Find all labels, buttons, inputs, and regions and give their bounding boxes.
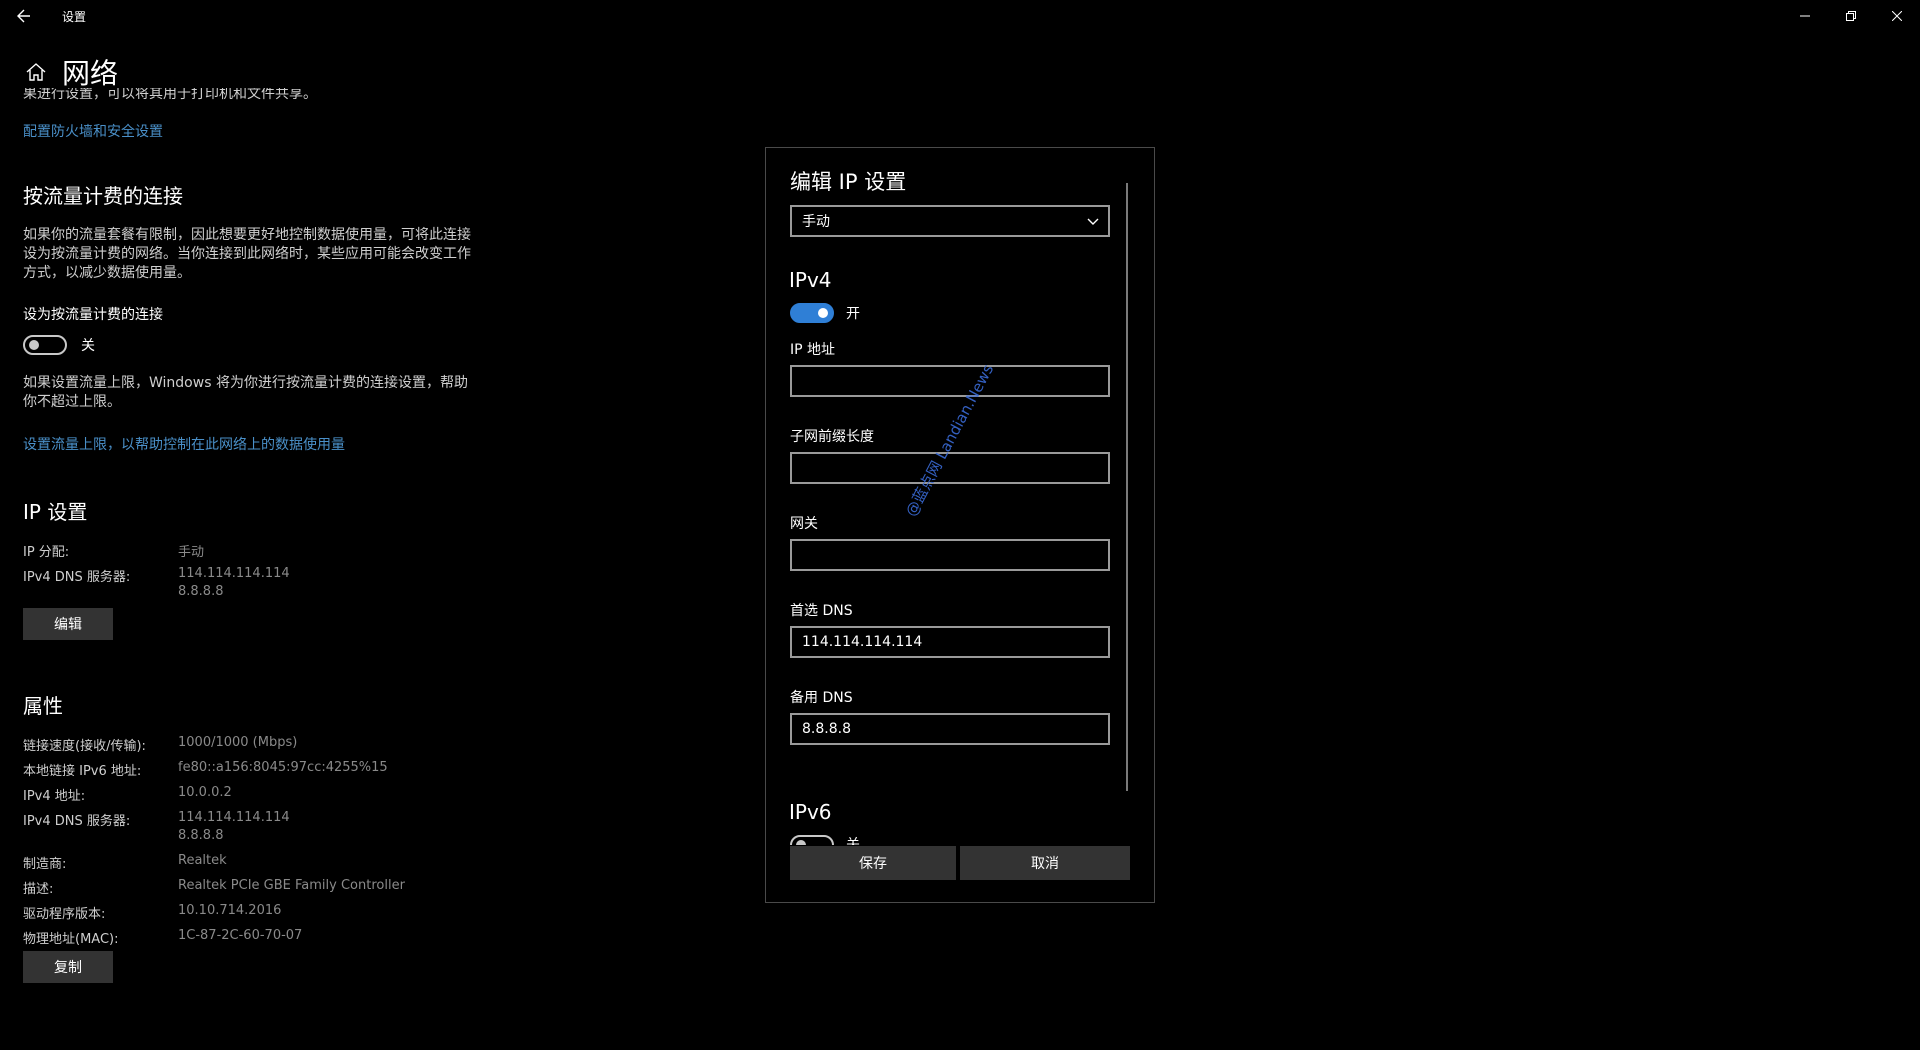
ip-mode-selected-value: 手动	[802, 214, 830, 230]
subnet-prefix-label: 子网前缀长度	[790, 429, 874, 445]
metered-toggle-state: 关	[81, 338, 95, 354]
property-value: 10.10.714.2016	[178, 903, 282, 918]
gateway-input[interactable]	[790, 539, 1110, 571]
ip-settings-title: IP 设置	[23, 500, 88, 524]
properties-list: 链接速度(接收/传输): 1000/1000 (Mbps) 本地链接 IPv6 …	[23, 735, 483, 947]
property-value: Realtek PCIe GBE Family Controller	[178, 878, 405, 893]
ipv6-toggle-state: 关	[846, 837, 860, 845]
ip-address-label: IP 地址	[790, 342, 836, 358]
back-arrow-icon	[17, 9, 30, 23]
dialog-title: 编辑 IP 设置	[790, 170, 907, 194]
property-key: 本地链接 IPv6 地址:	[23, 764, 142, 779]
dialog-scrollbar[interactable]	[1126, 183, 1128, 791]
metered-description: 如果你的流量套餐有限制，因此想要更好地控制数据使用量，可将此连接设为按流量计费的…	[23, 227, 471, 281]
window-title: 设置	[62, 10, 87, 24]
ipv4-title: IPv4	[789, 268, 832, 292]
restore-icon	[1846, 11, 1856, 21]
preferred-dns-input[interactable]: 114.114.114.114	[790, 626, 1110, 658]
property-key: 制造商:	[23, 857, 67, 872]
data-limit-link[interactable]: 设置流量上限，以帮助控制在此网络上的数据使用量	[23, 434, 345, 454]
property-value: Realtek	[178, 853, 227, 868]
property-key: 链接速度(接收/传输):	[23, 739, 146, 754]
ip-address-input[interactable]	[790, 365, 1110, 397]
ip-assign-value: 手动	[178, 545, 205, 560]
alternate-dns-input[interactable]: 8.8.8.8	[790, 713, 1110, 745]
properties-title: 属性	[23, 694, 63, 718]
ipv6-title: IPv6	[789, 800, 832, 824]
property-value: 1000/1000 (Mbps)	[178, 735, 298, 750]
property-value: fe80::a156:8045:97cc:4255%15	[178, 760, 388, 775]
ipv6-toggle[interactable]	[790, 835, 834, 845]
edit-button[interactable]: 编辑	[23, 608, 113, 640]
ipv4-toggle[interactable]	[790, 303, 834, 323]
close-button[interactable]	[1874, 0, 1920, 32]
save-button[interactable]: 保存	[790, 846, 956, 880]
property-key: IPv4 DNS 服务器:	[23, 814, 131, 829]
cancel-button[interactable]: 取消	[960, 846, 1130, 880]
restore-button[interactable]	[1828, 0, 1874, 32]
property-value: 10.0.0.2	[178, 785, 232, 800]
ip-assign-label: IP 分配:	[23, 545, 70, 560]
metered-toggle-label: 设为按流量计费的连接	[23, 307, 163, 323]
chevron-down-icon	[1087, 218, 1099, 225]
minimize-button[interactable]	[1782, 0, 1828, 32]
metered-section-title: 按流量计费的连接	[23, 184, 183, 208]
ipv4-toggle-state: 开	[846, 306, 860, 322]
property-key: 驱动程序版本:	[23, 907, 106, 922]
page-header: 网络	[24, 52, 118, 92]
metered-toggle[interactable]	[23, 335, 67, 355]
property-key: 物理地址(MAC):	[23, 932, 119, 947]
title-bar: 设置	[0, 0, 1920, 32]
dns-server-label: IPv4 DNS 服务器:	[23, 570, 131, 585]
data-limit-description: 如果设置流量上限，Windows 将为你进行按流量计费的连接设置，帮助你不超过上…	[23, 375, 468, 410]
copy-button[interactable]: 复制	[23, 951, 113, 983]
edit-ip-dialog: 编辑 IP 设置 手动 IPv4 开 IP 地址 子网前缀长度 网关 首选 DN…	[765, 147, 1155, 903]
back-button[interactable]	[8, 2, 40, 30]
property-value: 114.114.114.114	[178, 810, 290, 825]
firewall-settings-link[interactable]: 配置防火墙和安全设置	[23, 121, 163, 141]
page-title: 网络	[62, 57, 119, 90]
property-key: 描述:	[23, 882, 54, 897]
close-icon	[1892, 11, 1902, 21]
property-key: IPv4 地址:	[23, 789, 86, 804]
property-value: 1C-87-2C-60-70-07	[178, 928, 303, 943]
preferred-dns-label: 首选 DNS	[790, 603, 853, 619]
home-icon[interactable]	[24, 60, 48, 84]
cut-off-text: 果进行设置，可以将其用于打印机和文件共享。	[23, 88, 317, 102]
minimize-icon	[1800, 15, 1810, 17]
ip-mode-select[interactable]: 手动	[790, 205, 1110, 237]
alternate-dns-label: 备用 DNS	[790, 690, 853, 706]
dns-server-value-2: 8.8.8.8	[178, 584, 224, 599]
gateway-label: 网关	[790, 516, 818, 532]
dns-server-value-1: 114.114.114.114	[178, 566, 290, 581]
property-value-2: 8.8.8.8	[178, 828, 224, 843]
